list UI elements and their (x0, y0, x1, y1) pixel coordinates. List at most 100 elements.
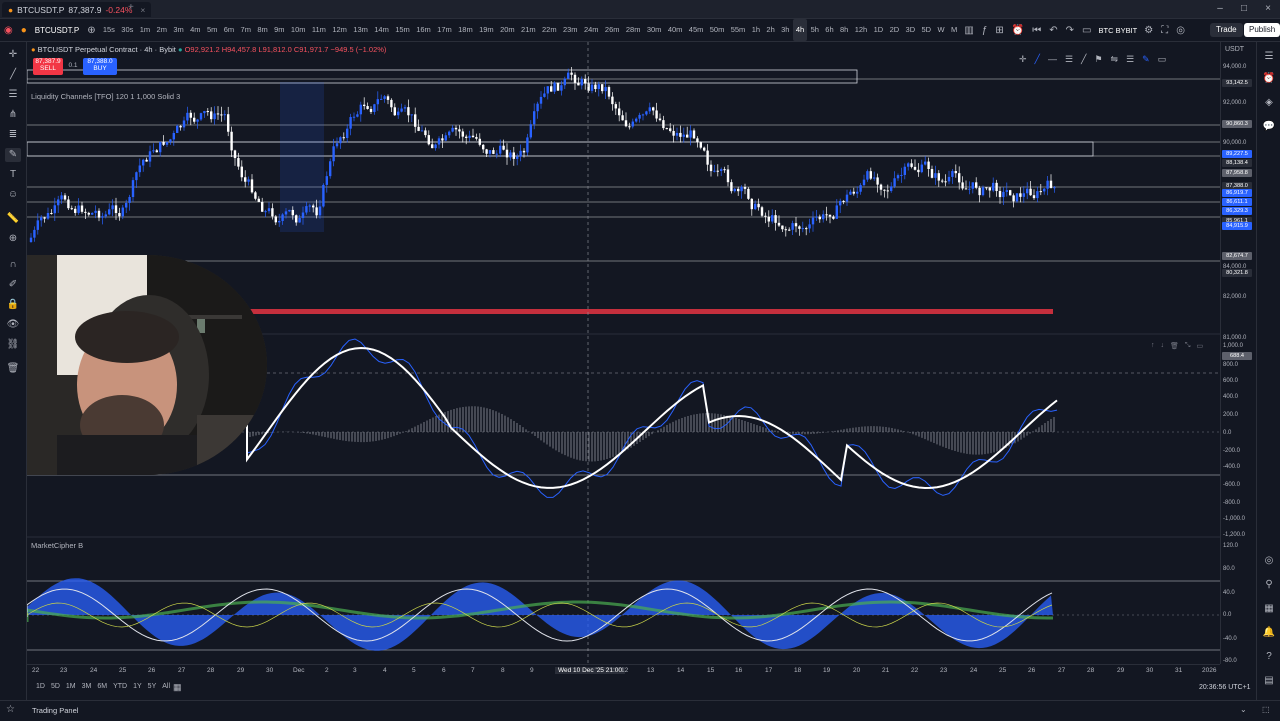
timeframe-4h[interactable]: 4h (792, 19, 808, 41)
timeframe-W[interactable]: W (934, 19, 947, 41)
fib-icon[interactable]: ≣ (5, 128, 21, 142)
range-1d[interactable]: 1D (33, 683, 48, 690)
timeframe-6m[interactable]: 6m (221, 19, 238, 41)
timeframe-12m[interactable]: 12m (329, 19, 350, 41)
timeframe-23m[interactable]: 23m (560, 19, 581, 41)
zoom-icon[interactable]: ⊕ (5, 232, 21, 246)
replay-icon[interactable]: ⏮ (1028, 25, 1045, 36)
timeframe-15s[interactable]: 15s (100, 19, 118, 41)
collapse-icon[interactable]: ⤡ (1185, 342, 1191, 350)
ray-icon[interactable]: ╱ (1081, 54, 1086, 65)
indicator-liquidity-channels[interactable]: Liquidity Channels [TFO] 120 1 1,000 Sol… (31, 92, 180, 101)
timeframe-3h[interactable]: 3h (778, 19, 793, 41)
trash-icon[interactable]: 🗑 (5, 362, 21, 376)
timeframe-10m[interactable]: 10m (288, 19, 309, 41)
timeframe-24m[interactable]: 24m (581, 19, 602, 41)
currency-label[interactable]: USDT (1225, 46, 1244, 53)
price-tag[interactable]: 80,321.8 (1222, 269, 1252, 277)
symbol-search[interactable]: BTCUSDT.P (31, 26, 83, 35)
chat-icon[interactable]: 💬 (1261, 120, 1277, 134)
layers-icon[interactable]: ◈ (1261, 96, 1277, 110)
trade-button[interactable]: Trade (1210, 23, 1243, 37)
link-icon[interactable]: ⛓ (5, 338, 21, 352)
timeframe-45m[interactable]: 45m (686, 19, 707, 41)
timeframe-13m[interactable]: 13m (350, 19, 371, 41)
price-tag[interactable]: 88,138.4 (1222, 159, 1252, 167)
price-tag[interactable]: 89,227.5 (1222, 150, 1252, 158)
range-3m[interactable]: 3M (79, 683, 95, 690)
alerts-icon[interactable]: ⏰ (1261, 72, 1277, 86)
eye-icon[interactable]: 👁 (5, 318, 21, 332)
price-tag[interactable]: 86,329.3 (1222, 207, 1252, 215)
timeframe-3D[interactable]: 3D (902, 19, 918, 41)
range-5d[interactable]: 5D (48, 683, 63, 690)
timeframe-12h[interactable]: 12h (852, 19, 871, 41)
settings-icon[interactable]: ⚙ (1140, 25, 1157, 36)
timeframe-1h[interactable]: 1h (749, 19, 764, 41)
price-tag[interactable]: 87,958.8 (1222, 169, 1252, 177)
templates-icon[interactable]: ⊞ (991, 25, 1007, 36)
expand-panel-icon[interactable]: ⬚ (1262, 705, 1270, 714)
timeframe-1m[interactable]: 1m (137, 19, 154, 41)
maximize-pane-icon[interactable]: ▭ (1197, 342, 1204, 350)
timeframe-5m[interactable]: 5m (204, 19, 221, 41)
chart-title[interactable]: BTCUSDT Perpetual Contract · 4h · Bybit (38, 45, 176, 54)
timeframe-2D[interactable]: 2D (886, 19, 902, 41)
range-1y[interactable]: 1Y (130, 683, 145, 690)
timeframe-3m[interactable]: 3m (170, 19, 187, 41)
timeframe-17m[interactable]: 17m (434, 19, 455, 41)
target-icon[interactable]: ◎ (1261, 554, 1277, 568)
timeframe-21m[interactable]: 21m (518, 19, 539, 41)
timeframe-4m[interactable]: 4m (187, 19, 204, 41)
clock[interactable]: 20:36:56 UTC+1 (1199, 684, 1251, 691)
timeframe-6h[interactable]: 6h (822, 19, 837, 41)
timeframe-5h[interactable]: 5h (807, 19, 822, 41)
rect-icon[interactable]: ▭ (1158, 54, 1167, 65)
layout-name[interactable]: BTC BYBIT (1095, 26, 1140, 35)
menu-icon[interactable]: ☰ (1126, 54, 1134, 65)
text-icon[interactable]: T (5, 168, 21, 182)
move-down-icon[interactable]: ↓ (1161, 342, 1165, 350)
move-icon[interactable]: ✛ (1019, 54, 1027, 65)
range-all[interactable]: All (159, 683, 173, 690)
range-ytd[interactable]: YTD (110, 683, 130, 690)
maximize-button[interactable]: □ (1232, 2, 1256, 16)
compare-icon[interactable]: ⊕ (83, 25, 99, 36)
lock-icon[interactable]: 🔒 (5, 298, 21, 312)
timeframe-1D[interactable]: 1D (870, 19, 886, 41)
price-tag[interactable]: 688.4 (1222, 352, 1252, 360)
price-tag[interactable]: 86,919.7 (1222, 189, 1252, 197)
price-axis[interactable]: USDT 94,000.092,000.090,000.088,000.086,… (1220, 42, 1257, 664)
trendline-icon[interactable]: ╱ (5, 68, 21, 82)
timeframe-7m[interactable]: 7m (237, 19, 254, 41)
timeframe-M[interactable]: M (948, 19, 961, 41)
avatar[interactable]: ◉ (0, 25, 17, 36)
pitchfork-icon[interactable]: ⋔ (5, 108, 21, 122)
timeframe-2h[interactable]: 2h (763, 19, 778, 41)
help-icon[interactable]: ? (1261, 650, 1277, 664)
timeframe-28m[interactable]: 28m (623, 19, 644, 41)
magnet-icon[interactable]: ∩ (5, 258, 21, 272)
crosshair-icon[interactable]: ✛ (5, 48, 21, 62)
price-tag[interactable]: 82,674.7 (1222, 252, 1252, 260)
indicators-icon[interactable]: ƒ (978, 25, 992, 36)
brush-icon[interactable]: ✎ (5, 148, 21, 162)
pencil-icon[interactable]: ✐ (5, 278, 21, 292)
align-icon[interactable]: ⇋ (1111, 54, 1119, 65)
horizontal-lines-icon[interactable]: ☰ (5, 88, 21, 102)
timeframe-55m[interactable]: 55m (728, 19, 749, 41)
timeframe-22m[interactable]: 22m (539, 19, 560, 41)
timeframe-30m[interactable]: 30m (644, 19, 665, 41)
timeframe-26m[interactable]: 26m (602, 19, 623, 41)
indicator-market-cipher[interactable]: MarketCipher B (31, 541, 83, 550)
timeframe-19m[interactable]: 19m (476, 19, 497, 41)
watchlist-icon[interactable]: ☰ (1261, 50, 1277, 64)
timeframe-11m[interactable]: 11m (309, 19, 329, 41)
calendar-icon[interactable]: ▦ (1261, 602, 1277, 616)
line-color-icon[interactable]: ╱ (1035, 54, 1040, 65)
timeframe-16m[interactable]: 16m (413, 19, 434, 41)
timeframe-2m[interactable]: 2m (153, 19, 170, 41)
rocket-icon[interactable]: ⚲ (1261, 578, 1277, 592)
trading-panel-tab[interactable]: Trading Panel (32, 706, 78, 715)
range-5y[interactable]: 5Y (145, 683, 160, 690)
